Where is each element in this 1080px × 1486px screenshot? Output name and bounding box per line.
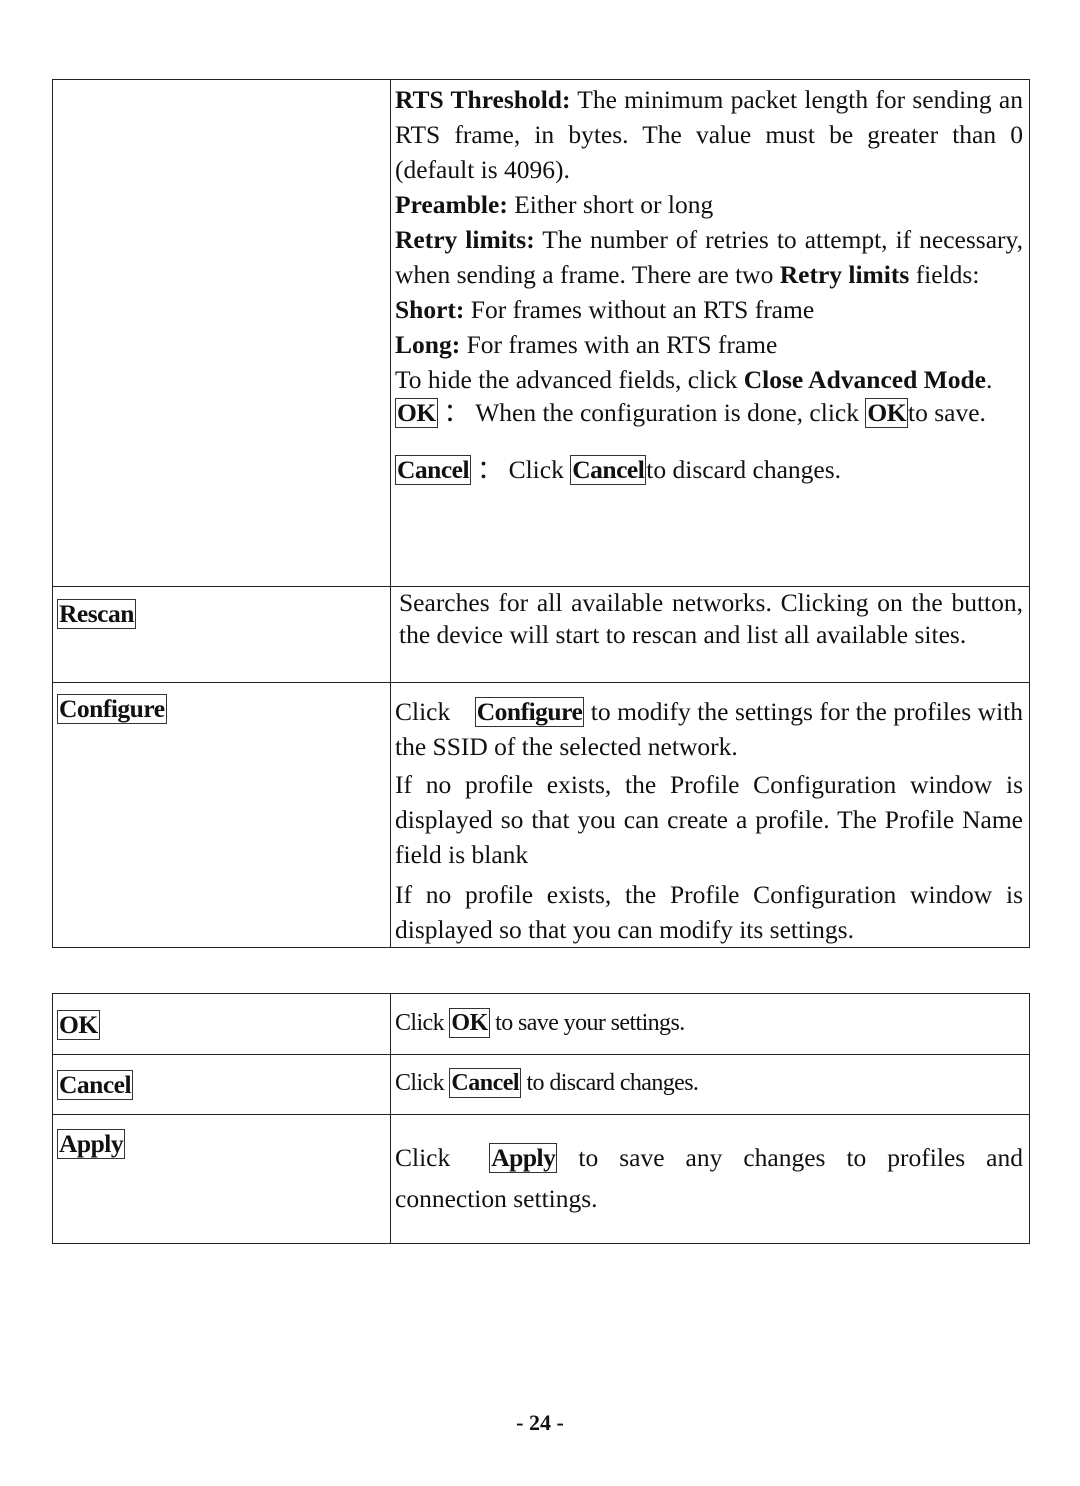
configure-button[interactable]: Configure (57, 694, 167, 724)
cancel-text: Click (508, 455, 571, 484)
short-desc: Short: For frames without an RTS frame (395, 292, 1023, 327)
row-description-cell: Click OK to save your settings. (390, 993, 1030, 1055)
rts-threshold-desc: RTS Threshold: The minimum packet length… (395, 82, 1023, 187)
row-description-cell: Searches for all available networks. Cli… (390, 586, 1030, 683)
preamble-text: Either short or long (507, 190, 714, 219)
ok-text-end: to save. (908, 398, 986, 427)
ok-colon: ： (443, 398, 470, 427)
advanced-settings-table: RTS Threshold: The minimum packet length… (52, 79, 1030, 948)
short-text: For frames without an RTS frame (464, 295, 815, 324)
long-text: For frames with an RTS frame (460, 330, 778, 359)
table-row-apply: Apply Click Apply to save any changes to… (52, 1114, 1030, 1244)
row-label-cell: Rescan (52, 586, 391, 683)
ok-text: When the configuration is done, click (475, 398, 866, 427)
table-row-ok: OK Click OK to save your settings. (52, 993, 1030, 1055)
table-row-configure: Configure Click Configure to modify the … (52, 682, 1030, 948)
ok-button[interactable]: OK (57, 1010, 100, 1040)
row-description-cell: Click Cancel to discard changes. (390, 1054, 1030, 1115)
cancel-text-end: to discard changes. (646, 455, 842, 484)
row-label-cell: Cancel (52, 1054, 391, 1115)
configure-desc-1: Click Configure to modify the settings f… (395, 694, 1023, 764)
retry-limits-text-end: fields: (909, 260, 980, 289)
ok-button-inline[interactable]: OK (865, 398, 909, 428)
row-label (53, 80, 390, 88)
cancel-button-inline[interactable]: Cancel (570, 455, 647, 485)
apply-desc-pre: Click (395, 1143, 472, 1172)
row-label-cell (52, 79, 391, 587)
row-label-cell: OK (52, 993, 391, 1055)
hide-advanced-text: To hide the advanced fields, click (395, 365, 744, 394)
retry-limits-desc: Retry limits: The number of retries to a… (395, 222, 1023, 292)
cancel-desc-pre: Click (395, 1070, 450, 1096)
configure-desc-pre: Click (395, 697, 457, 726)
row-description-cell: RTS Threshold: The minimum packet length… (390, 79, 1030, 587)
cancel-desc: Cancel： Click Cancel to discard changes. (395, 452, 1023, 487)
row-label-cell: Configure (52, 682, 391, 948)
preamble-label: Preamble: (395, 190, 508, 219)
table-row-advanced-fields: RTS Threshold: The minimum packet length… (52, 79, 1030, 587)
long-desc: Long: For frames with an RTS frame (395, 327, 1023, 362)
ok-desc-pre: Click (395, 1010, 450, 1036)
row-description-cell: Click Apply to save any changes to profi… (390, 1114, 1030, 1244)
row-label-cell: Apply (52, 1114, 391, 1244)
ok-button-inline[interactable]: OK (449, 1008, 490, 1038)
retry-limits-bold: Retry limits (779, 260, 910, 289)
cancel-button[interactable]: Cancel (57, 1070, 134, 1100)
ok-desc-post: to save your settings. (489, 1010, 685, 1036)
table-row-rescan: Rescan Searches for all available networ… (52, 586, 1030, 683)
ok-desc: OK： When the configuration is done, click… (395, 397, 1023, 429)
cancel-colon: ： (477, 455, 503, 484)
table-row-cancel: Cancel Click Cancel to discard changes. (52, 1054, 1030, 1115)
rescan-description: Searches for all available networks. Cli… (399, 588, 1023, 649)
close-advanced-mode-label: Close Advanced Mode (743, 365, 986, 394)
short-label: Short: (395, 295, 465, 324)
retry-limits-label: Retry limits: (395, 225, 535, 254)
dialog-buttons-table: OK Click OK to save your settings. Cance… (52, 993, 1030, 1244)
configure-button-inline[interactable]: Configure (474, 697, 585, 727)
hide-advanced-end: . (985, 365, 993, 394)
cancel-desc-post: to discard changes. (521, 1070, 699, 1096)
configure-desc-3: If no profile exists, the Profile Config… (395, 880, 1023, 944)
rts-threshold-label: RTS Threshold: (395, 85, 571, 114)
rescan-button[interactable]: Rescan (57, 599, 136, 629)
long-label: Long: (395, 330, 461, 359)
cancel-button-label[interactable]: Cancel (395, 455, 472, 485)
apply-button[interactable]: Apply (57, 1129, 126, 1159)
hide-advanced-desc: To hide the advanced fields, click Close… (395, 362, 1023, 397)
apply-button-inline[interactable]: Apply (489, 1143, 558, 1173)
preamble-desc: Preamble: Either short or long (395, 187, 1023, 222)
cancel-button-inline[interactable]: Cancel (449, 1068, 522, 1098)
configure-desc-2: If no profile exists, the Profile Config… (395, 770, 1023, 869)
row-description-cell: Click Configure to modify the settings f… (390, 682, 1030, 948)
ok-button-label[interactable]: OK (395, 398, 438, 428)
page-number: - 24 - (516, 1410, 564, 1435)
